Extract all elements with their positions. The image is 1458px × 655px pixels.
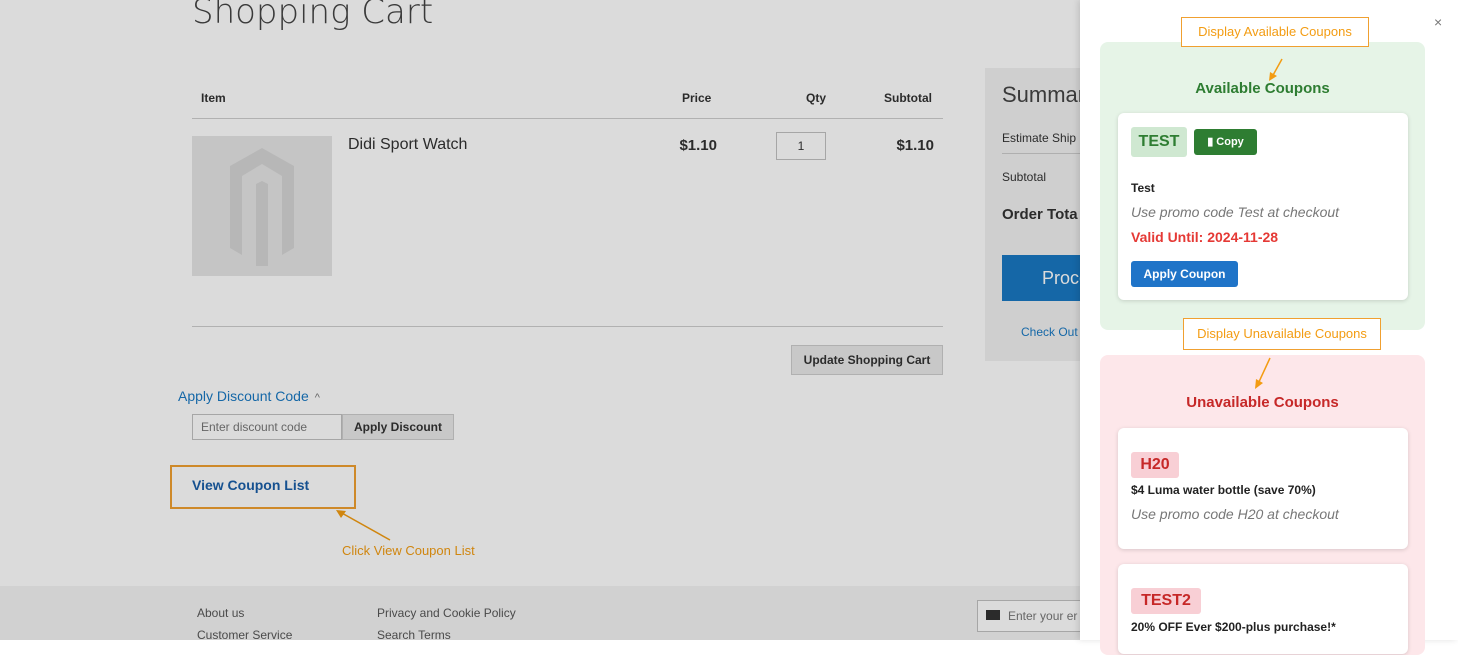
copy-code-button[interactable]: ▮ Copy bbox=[1194, 129, 1257, 155]
coupon-code-badge: TEST2 bbox=[1131, 588, 1201, 614]
coupon-description: Use promo code Test at checkout bbox=[1131, 204, 1340, 220]
apply-coupon-button[interactable]: Apply Coupon bbox=[1131, 261, 1238, 287]
summary-title: Summar bbox=[1002, 82, 1086, 107]
update-cart-button[interactable]: Update Shopping Cart bbox=[791, 345, 943, 375]
coupon-name: $4 Luma water bottle (save 70%) bbox=[1131, 483, 1316, 497]
discount-toggle-label: Apply Discount Code bbox=[178, 388, 309, 404]
coupon-code-badge: H20 bbox=[1131, 452, 1179, 478]
item-price: $1.10 bbox=[679, 137, 717, 154]
col-header-item: Item bbox=[201, 91, 226, 105]
newsletter-placeholder: Enter your er bbox=[1008, 609, 1078, 623]
item-subtotal: $1.10 bbox=[896, 137, 934, 154]
divider bbox=[192, 326, 943, 327]
envelope-icon bbox=[986, 610, 1000, 620]
annotation-arrow-icon bbox=[1255, 357, 1271, 389]
footer-link-privacy[interactable]: Privacy and Cookie Policy bbox=[377, 606, 516, 620]
summary-subtotal-label: Subtotal bbox=[1002, 170, 1047, 184]
apply-discount-button[interactable]: Apply Discount bbox=[342, 414, 454, 440]
col-header-price: Price bbox=[682, 91, 712, 105]
coupon-name: Test bbox=[1131, 181, 1155, 195]
annotation-click-view: Click View Coupon List bbox=[342, 543, 475, 558]
placeholder-logo-icon bbox=[230, 148, 294, 266]
discount-code-input[interactable]: Enter discount code bbox=[192, 414, 342, 440]
annotation-display-available: Display Available Coupons bbox=[1181, 17, 1369, 47]
order-total-label: Order Tota bbox=[1002, 206, 1078, 223]
newsletter-email-input[interactable]: Enter your er bbox=[977, 600, 1087, 632]
product-name-link[interactable]: Didi Sport Watch bbox=[348, 136, 467, 154]
available-coupons-title: Available Coupons bbox=[1195, 80, 1330, 97]
view-coupon-list-link[interactable]: View Coupon List bbox=[192, 477, 309, 493]
discount-code-toggle[interactable]: Apply Discount Code ^ bbox=[178, 388, 320, 404]
footer: About us Customer Service Privacy and Co… bbox=[0, 586, 1080, 642]
divider bbox=[192, 118, 943, 119]
coupon-description: Use promo code H20 at checkout bbox=[1131, 506, 1339, 522]
col-header-qty: Qty bbox=[806, 91, 827, 105]
close-icon[interactable]: × bbox=[1434, 14, 1442, 30]
footer-link-about[interactable]: About us bbox=[197, 606, 244, 620]
divider bbox=[1002, 153, 1092, 154]
annotation-arrow-icon bbox=[336, 510, 391, 541]
product-thumbnail[interactable] bbox=[192, 136, 332, 276]
estimate-shipping-toggle[interactable]: Estimate Ship bbox=[1002, 131, 1076, 145]
unavailable-coupons-title: Unavailable Coupons bbox=[1186, 394, 1339, 411]
cart-page: Shopping Cart Item Price Qty Subtotal Di… bbox=[0, 0, 1458, 655]
chevron-up-icon: ^ bbox=[314, 392, 320, 404]
page-title: Shopping Cart bbox=[192, 0, 434, 32]
copy-label: Copy bbox=[1216, 136, 1244, 148]
col-header-subtotal: Subtotal bbox=[884, 91, 932, 105]
annotation-display-unavailable: Display Unavailable Coupons bbox=[1183, 318, 1381, 350]
clipboard-icon: ▮ bbox=[1207, 136, 1217, 148]
multi-address-checkout-link[interactable]: Check Out bbox=[1021, 325, 1078, 339]
coupon-name: 20% OFF Ever $200-plus purchase!* bbox=[1131, 620, 1336, 634]
coupon-code-badge: TEST bbox=[1131, 127, 1187, 157]
coupon-valid-until: Valid Until: 2024-11-28 bbox=[1131, 229, 1279, 245]
qty-input[interactable]: 1 bbox=[776, 132, 826, 160]
